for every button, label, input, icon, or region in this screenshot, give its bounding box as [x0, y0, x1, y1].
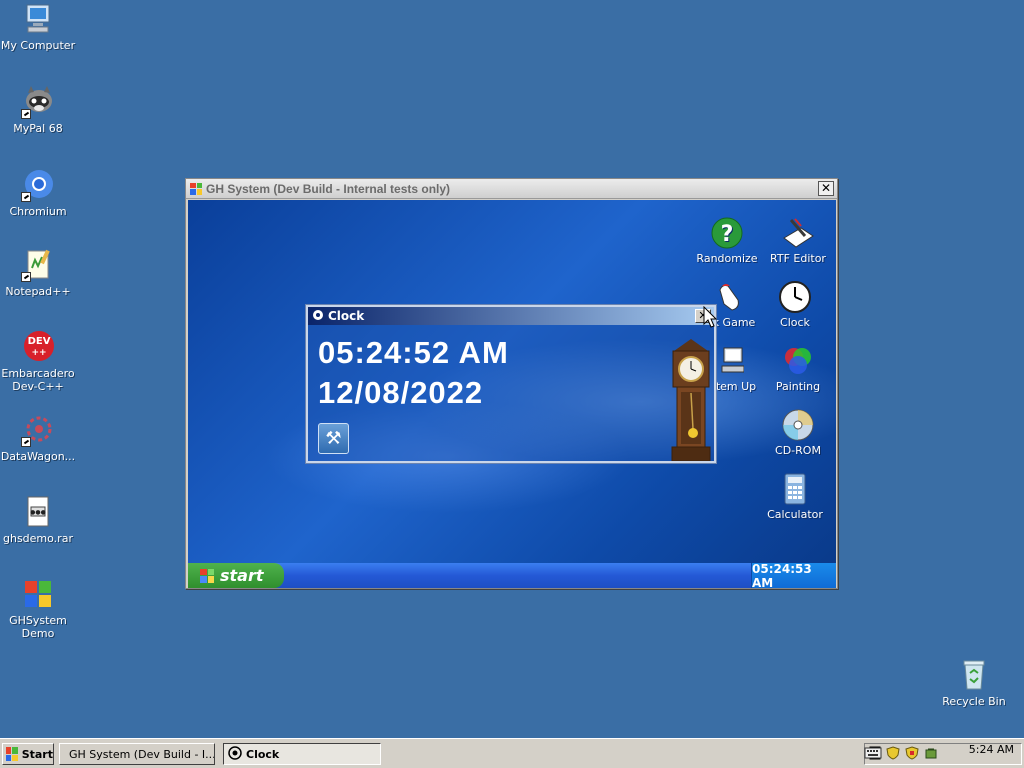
desktop-icon-label: Notepad++ [5, 285, 71, 298]
clock-window[interactable]: Clock ✕ 05:24:52 AM 12/08/2022 ⚒ [306, 305, 716, 463]
desktop-icon-label: DataWagon... [0, 450, 76, 463]
gh-icon-label: Clock [780, 316, 810, 329]
gh-window-title: GH System (Dev Build - Internal tests on… [206, 181, 451, 196]
gh-icon-label: RTF Editor [770, 252, 826, 265]
gear-icon [312, 309, 324, 324]
taskbar-button-label: GH System (Dev Build - I... [69, 747, 215, 761]
desktop-icon-label: GHSystem Demo [9, 614, 67, 640]
desktop-icon-devcpp[interactable]: DEV ++ Embarcadero Dev-C++ [0, 330, 76, 393]
question-mark-icon: ? [710, 216, 744, 250]
shortcut-arrow-icon [21, 437, 31, 447]
gear-icon [228, 745, 242, 763]
host-start-label: Start [21, 747, 53, 761]
gh-icon-clock[interactable]: Clock [762, 280, 828, 329]
keyboard-icon[interactable] [864, 746, 882, 763]
desktop-icon-my-computer[interactable]: My Computer [0, 2, 76, 52]
desktop-icon-label: Recycle Bin [942, 695, 1006, 708]
notepad-plus-plus-icon [21, 248, 55, 282]
clock-icon [778, 280, 812, 314]
cd-disc-icon [781, 408, 815, 442]
windows-flag-icon [21, 577, 55, 611]
host-start-button[interactable]: Start [2, 743, 54, 765]
gh-window-titlebar[interactable]: GH System (Dev Build - Internal tests on… [186, 179, 837, 199]
gh-start-label: start [220, 566, 264, 585]
color-wheel-icon [781, 344, 815, 378]
computer-icon [21, 2, 55, 36]
desktop-icon-notepadpp[interactable]: Notepad++ [0, 248, 76, 298]
taskbar-button-label: Clock [246, 747, 280, 761]
gh-close-button[interactable]: ✕ [818, 181, 834, 196]
rar-archive-icon: ●●● [21, 495, 55, 529]
chromium-icon [21, 168, 55, 202]
gh-icon-cd-rom[interactable]: CD-ROM [765, 408, 831, 457]
datawagon-icon [21, 413, 55, 447]
windows-flag-icon [6, 747, 18, 761]
desktop-icon-ghsystem-demo[interactable]: GHSystem Demo [0, 577, 76, 640]
gh-icon-label: Calculator [767, 508, 823, 521]
recycle-bin-icon [957, 658, 991, 692]
gh-icon-label: Painting [775, 380, 821, 393]
clock-settings-button[interactable]: ⚒ [318, 423, 349, 454]
mouse-cursor-icon [703, 305, 719, 333]
taskbar-button-clock[interactable]: Clock [223, 743, 381, 765]
calculator-icon [778, 472, 812, 506]
shield-icon[interactable] [886, 745, 900, 763]
desktop-icon-label: My Computer [0, 39, 76, 52]
gh-icon-randomize[interactable]: ? Randomize [694, 216, 760, 265]
gh-start-button[interactable]: start [188, 563, 284, 588]
desktop-icon-label: MyPal 68 [13, 122, 63, 135]
gh-icon-rtf-editor[interactable]: RTF Editor [765, 216, 831, 265]
gh-icon-painting[interactable]: Painting [765, 344, 831, 393]
clock-time-display: 05:24:52 AM [318, 335, 509, 370]
desktop-icon-datawagon[interactable]: DataWagon... [0, 413, 76, 463]
desktop-icon-label: Embarcadero Dev-C++ [1, 367, 75, 393]
security-shield-icon[interactable] [905, 745, 919, 763]
desktop-icon-label: Chromium [9, 205, 67, 218]
desktop-icon-mypal[interactable]: MyPal 68 [0, 85, 76, 135]
grandfather-clock-icon [670, 337, 712, 461]
desktop-icon-recycle-bin[interactable]: Recycle Bin [936, 658, 1012, 708]
gh-icon-label: Randomize [696, 252, 758, 265]
windows-flag-icon [64, 748, 65, 760]
clock-window-title: Clock [328, 309, 365, 323]
shortcut-arrow-icon [21, 192, 31, 202]
gh-taskbar-clock: 05:24:53 AM [751, 562, 836, 590]
desktop-icon-label: ghsdemo.rar [3, 532, 73, 545]
gh-icon-label: CD-ROM [775, 444, 821, 457]
dev-badge-text: DEV [28, 336, 51, 347]
tray-clock[interactable]: 5:24 AM [969, 743, 1014, 756]
taskbar-button-gh-system[interactable]: GH System (Dev Build - I... [59, 743, 215, 765]
desktop-icon-chromium[interactable]: Chromium [0, 168, 76, 218]
clock-date-display: 12/08/2022 [318, 375, 484, 410]
desktop-icon-ghsdemo[interactable]: ●●● ghsdemo.rar [0, 495, 76, 545]
shortcut-arrow-icon [21, 109, 31, 119]
dev-cpp-icon: DEV ++ [21, 330, 55, 364]
gh-icon-calculator[interactable]: Calculator [762, 472, 828, 521]
rtf-editor-icon [781, 216, 815, 250]
windows-flag-icon [200, 568, 214, 583]
updates-icon[interactable] [924, 746, 938, 763]
shortcut-arrow-icon [21, 272, 31, 282]
svg-text:++: ++ [31, 348, 46, 358]
raccoon-icon [21, 85, 55, 119]
gh-taskbar: start 05:24:53 AM [188, 562, 836, 590]
windows-flag-icon [190, 182, 202, 195]
clock-window-titlebar[interactable]: Clock [308, 307, 714, 325]
tools-icon: ⚒ [325, 428, 342, 449]
question-glyph: ? [721, 222, 734, 247]
svg-text:●●●: ●●● [30, 509, 46, 516]
